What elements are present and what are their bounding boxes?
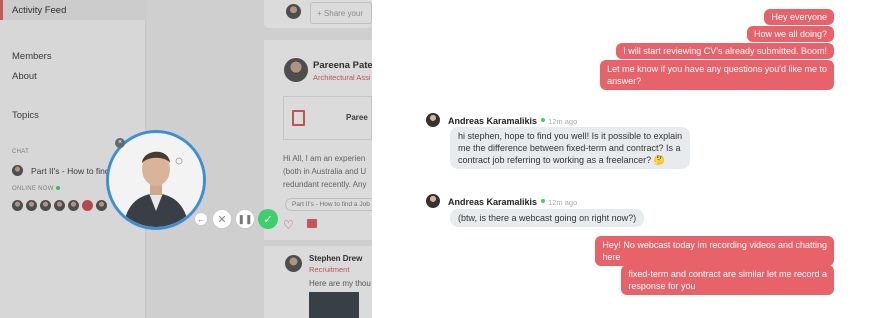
avatar[interactable] [426, 113, 440, 127]
message-author[interactable]: Andreas Karamalikis [448, 116, 537, 126]
avatar[interactable] [426, 194, 440, 208]
outgoing-message: Let me know if you have any questions yo… [600, 60, 834, 90]
message-time: 12m ago [548, 117, 578, 126]
message-line: response for you [628, 281, 696, 291]
message-line: fixed-term and contract are similar let … [628, 269, 827, 279]
finish-recording-button[interactable]: ✓ [258, 209, 278, 229]
outgoing-message: Hey everyone [764, 9, 834, 25]
message-line: hi stephen, hope to find you well! Is it… [458, 131, 683, 141]
online-dot-icon [541, 117, 546, 122]
message-line: me the difference between fixed-term and… [458, 143, 681, 153]
incoming-message: hi stephen, hope to find you well! Is it… [450, 127, 691, 169]
close-icon[interactable]: × [115, 138, 125, 148]
message-line: here [602, 252, 621, 262]
incoming-message: (btw, is there a webcast going on right … [450, 209, 645, 227]
online-dot-icon [541, 198, 546, 203]
back-button[interactable]: ← [194, 212, 208, 226]
message-line: (btw, is there a webcast going on right … [458, 213, 637, 223]
message-line: answer? [607, 76, 642, 86]
webcam-person-image [109, 133, 203, 227]
chat-panel: Hey everyone How we all doing? I will st… [372, 0, 884, 318]
outgoing-message: Hey! No webcast today im recording video… [595, 236, 834, 266]
outgoing-message: I will start reviewing CV's already subm… [616, 43, 834, 59]
message-line: contract job referring to working as a f… [458, 155, 665, 165]
message-line: Let me know if you have any questions yo… [607, 64, 827, 74]
outgoing-message: How we all doing? [746, 26, 834, 42]
outgoing-message: fixed-term and contract are similar let … [621, 265, 834, 295]
cancel-recording-button[interactable]: ✕ [212, 209, 232, 229]
message-header: Andreas Karamalikis 12m ago [426, 192, 577, 210]
message-author[interactable]: Andreas Karamalikis [448, 197, 537, 207]
message-time: 12m ago [548, 198, 578, 207]
message-line: Hey! No webcast today im recording video… [602, 240, 827, 250]
pause-recording-button[interactable]: ❚❚ [235, 209, 255, 229]
